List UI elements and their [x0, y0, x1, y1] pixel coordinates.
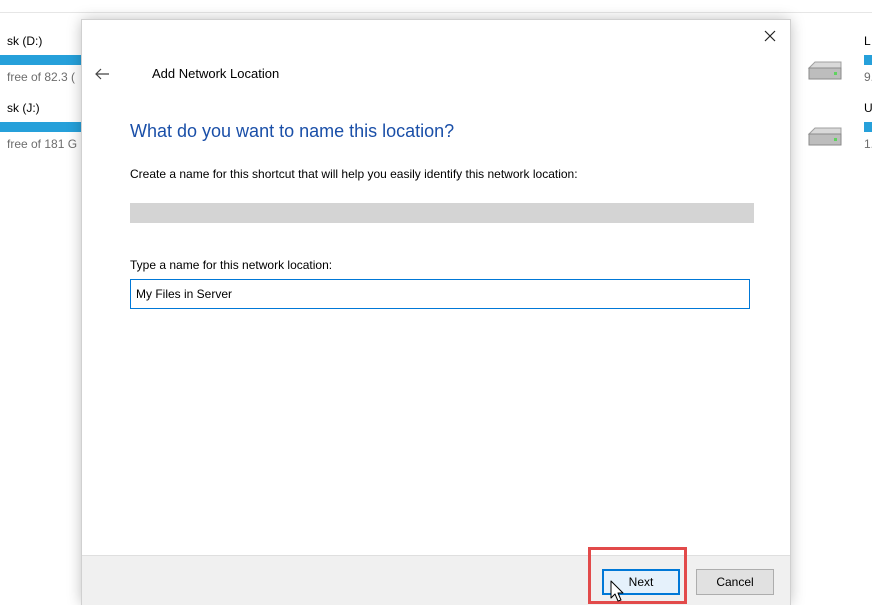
name-field-label: Type a name for this network location:: [130, 258, 333, 272]
drive-free-space: 9.: [864, 70, 872, 84]
drive-free-space: 1.: [864, 137, 872, 151]
cancel-button[interactable]: Cancel: [696, 569, 774, 595]
hard-drive-icon: [807, 61, 842, 80]
drive-usage-bar: [864, 55, 872, 65]
close-button[interactable]: [756, 22, 784, 50]
back-button[interactable]: [90, 62, 114, 86]
location-name-input[interactable]: [130, 279, 750, 309]
hard-drive-icon: [807, 127, 842, 146]
drive-label: U: [864, 101, 872, 115]
explorer-divider: [0, 12, 872, 13]
dialog-title: Add Network Location: [152, 66, 280, 81]
progress-bar: [130, 203, 754, 223]
drive-free-space: free of 181 G: [7, 137, 78, 151]
description-text: Create a name for this shortcut that wil…: [130, 167, 578, 181]
drive-label: L: [864, 34, 871, 48]
drive-label: sk (J:): [7, 101, 40, 115]
drive-label: sk (D:): [7, 34, 43, 48]
drive-usage-bar: [0, 122, 83, 132]
progress-bar-fill: [130, 203, 754, 223]
back-arrow-icon: [95, 68, 109, 80]
dialog-footer: Next Cancel: [82, 555, 790, 605]
next-button[interactable]: Next: [602, 569, 680, 595]
add-network-location-dialog: Add Network Location What do you want to…: [82, 20, 790, 605]
drive-free-space: free of 82.3 (: [7, 70, 76, 84]
drive-usage-bar: [864, 122, 872, 132]
close-icon: [764, 30, 776, 42]
drive-usage-bar: [0, 55, 83, 65]
page-heading: What do you want to name this location?: [130, 121, 455, 141]
